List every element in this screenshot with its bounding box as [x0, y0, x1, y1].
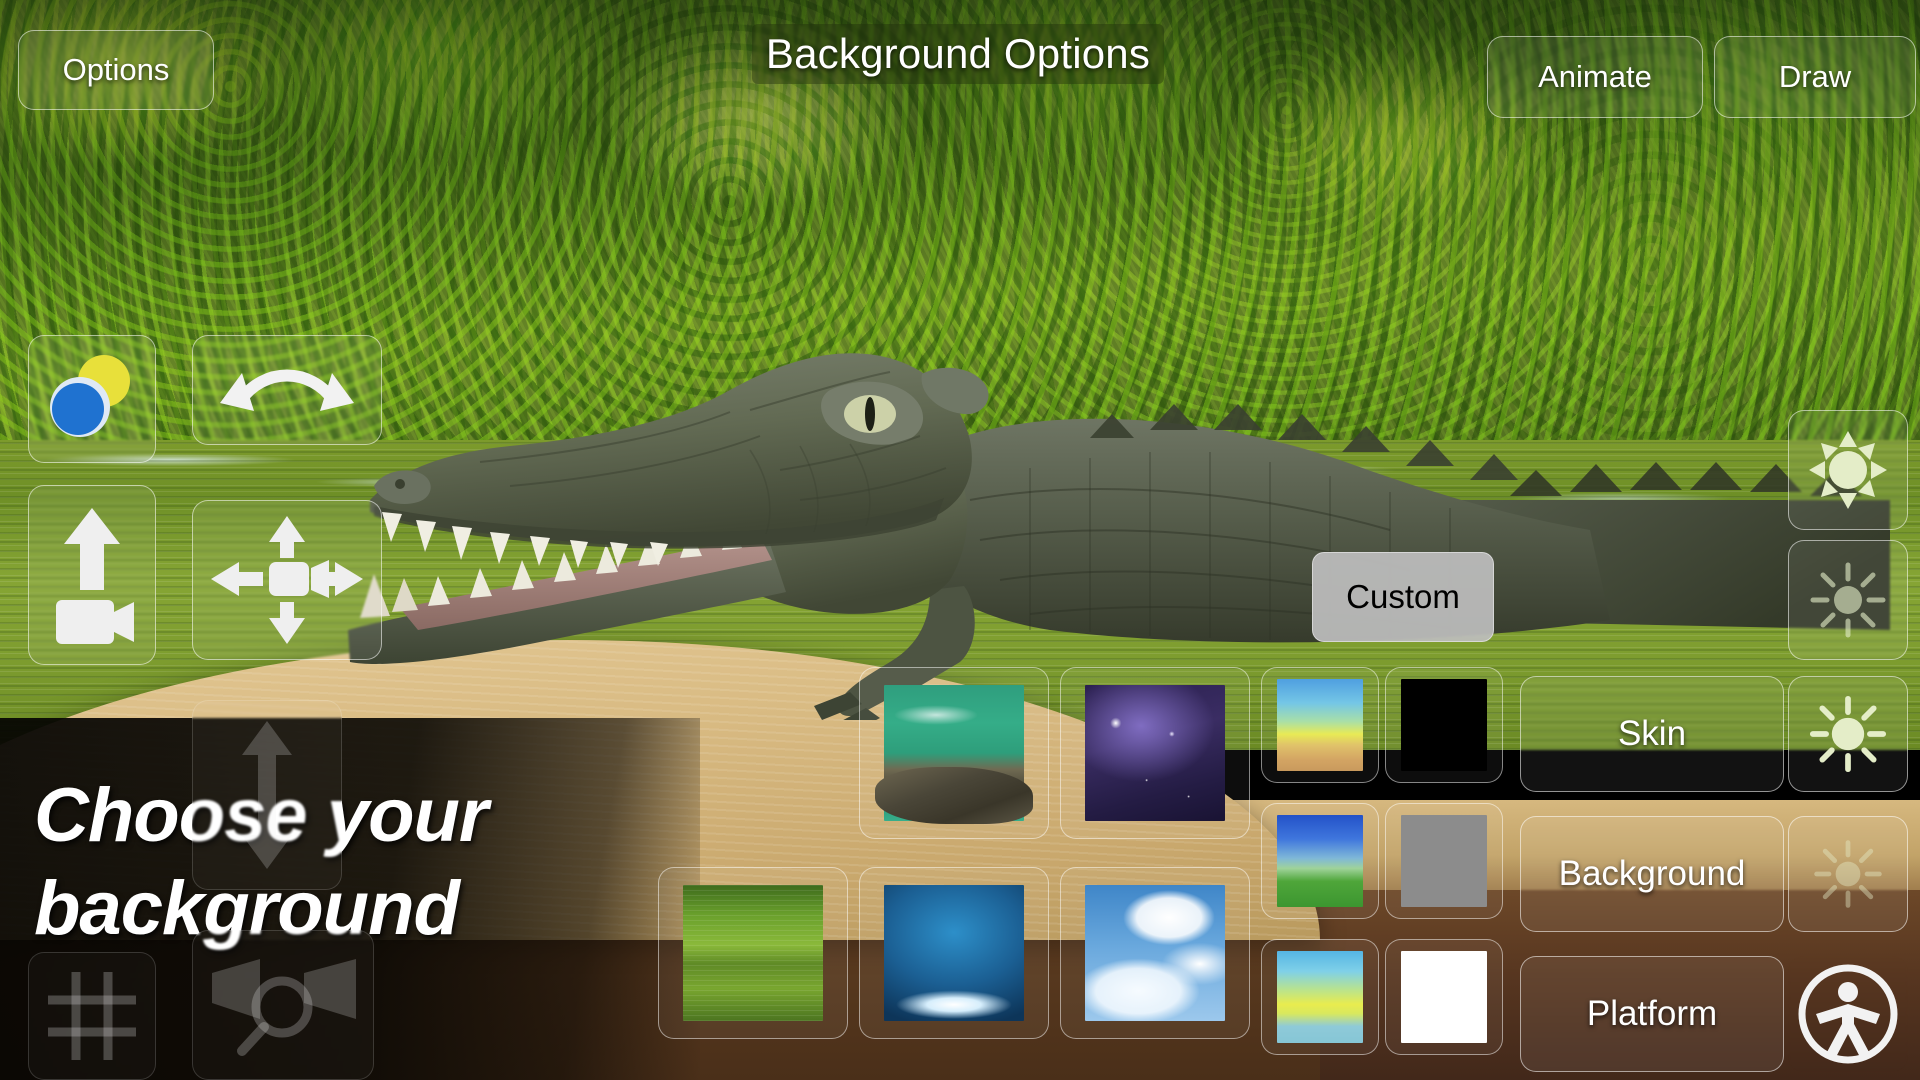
thumbnail-swatch	[884, 885, 1024, 1021]
thumbnail-swatch	[683, 885, 823, 1021]
grid-button[interactable]	[28, 952, 156, 1080]
magnifier-icon	[212, 959, 356, 1056]
brightness-medium-button[interactable]	[1788, 540, 1908, 660]
brightness-dim-button[interactable]	[1788, 816, 1908, 932]
page-title: Background Options	[752, 24, 1164, 84]
animate-label: Animate	[1538, 59, 1652, 94]
page-title-label: Background Options	[765, 30, 1151, 77]
thumbnail-detail	[875, 766, 1033, 825]
background-button[interactable]: Background	[1520, 816, 1784, 932]
color-circles-icon	[50, 355, 130, 437]
thumbnail-white[interactable]	[1385, 939, 1503, 1055]
thumbnail-gray[interactable]	[1385, 803, 1503, 919]
vertical-double-arrow-icon	[242, 721, 292, 869]
caption-line-1: Choose your	[34, 773, 489, 858]
camera-height-button[interactable]	[28, 485, 156, 665]
options-button[interactable]: Options	[18, 30, 214, 110]
thumbnail-field[interactable]	[1261, 803, 1379, 919]
platform-label: Platform	[1586, 994, 1718, 1033]
thumbnail-swatch	[1401, 951, 1487, 1043]
pan-camera-button[interactable]	[192, 500, 382, 660]
sun-filled-icon	[1809, 695, 1887, 773]
accessibility-button[interactable]	[1788, 956, 1908, 1072]
sun-filled-icon	[1809, 431, 1887, 509]
background-label: Background	[1558, 854, 1746, 893]
thumbnail-swatch	[1085, 885, 1225, 1021]
vertical-move-button[interactable]	[192, 700, 342, 890]
zoom-button[interactable]	[192, 930, 374, 1080]
thumbnail-black[interactable]	[1385, 667, 1503, 783]
thumbnail-studio[interactable]	[859, 867, 1049, 1039]
app-root: Choose your background Options Backgroun…	[0, 0, 1920, 1080]
platform-button[interactable]: Platform	[1520, 956, 1784, 1072]
crocodile-model[interactable]	[330, 200, 1890, 720]
skin-label: Skin	[1617, 714, 1687, 753]
skin-button[interactable]: Skin	[1520, 676, 1784, 792]
thumbnail-forest[interactable]	[658, 867, 848, 1039]
options-label: Options	[62, 52, 170, 87]
thumbnail-swatch	[875, 685, 1033, 825]
accessibility-person-icon	[1798, 964, 1898, 1064]
thumbnail-swatch	[1085, 685, 1225, 821]
thumbnail-swatch	[1277, 679, 1363, 771]
custom-label: Custom	[1346, 578, 1460, 615]
thumbnail-river[interactable]	[859, 667, 1049, 839]
brightness-low-button[interactable]	[1788, 676, 1908, 792]
draw-button[interactable]: Draw	[1714, 36, 1916, 118]
brightness-high-button[interactable]	[1788, 410, 1908, 530]
thumbnail-swatch	[1401, 815, 1487, 907]
custom-button[interactable]: Custom	[1312, 552, 1494, 642]
rotate-arc-arrow-icon	[220, 369, 354, 411]
thumbnail-space[interactable]	[1060, 667, 1250, 839]
thumbnail-swatch	[1277, 951, 1363, 1043]
grid-icon	[48, 972, 136, 1060]
camera-up-arrow-icon	[56, 508, 134, 644]
thumbnail-clouds[interactable]	[1060, 867, 1250, 1039]
draw-label: Draw	[1778, 59, 1852, 94]
sun-rays-icon	[1814, 840, 1882, 908]
four-way-move-camera-icon	[211, 516, 363, 644]
thumbnail-swatch	[1277, 815, 1363, 907]
rotate-camera-button[interactable]	[192, 335, 382, 445]
thumbnail-desert[interactable]	[1261, 667, 1379, 783]
thumbnail-swatch	[1401, 679, 1487, 771]
caption-text: Choose your background	[34, 770, 674, 955]
thumbnail-lime[interactable]	[1261, 939, 1379, 1055]
animate-button[interactable]: Animate	[1487, 36, 1703, 118]
sun-rays-icon	[1810, 562, 1886, 638]
color-wheel-button[interactable]	[28, 335, 156, 463]
